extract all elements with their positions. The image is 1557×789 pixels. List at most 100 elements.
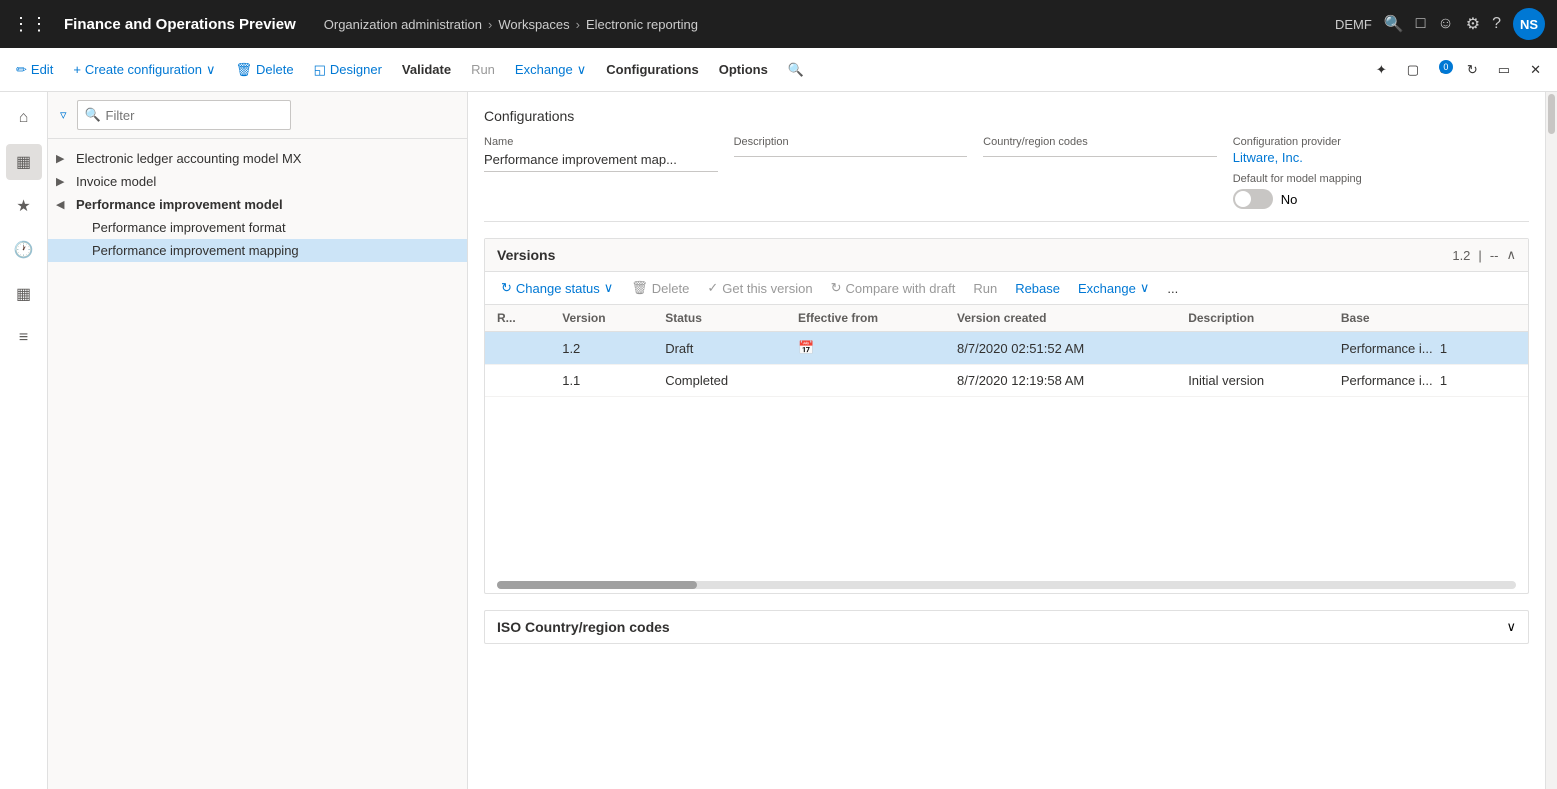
default-toggle[interactable] (1233, 189, 1273, 209)
calendar-icon: 📅 (798, 340, 814, 355)
row2-base-link: Performance i... (1341, 373, 1433, 388)
row1-r (485, 332, 550, 365)
delete-icon: 🗑 (236, 62, 253, 78)
config-section-title: Configurations (484, 108, 1529, 124)
exchange-chevron: ∨ (577, 62, 587, 78)
search-action-button[interactable]: 🔍 (780, 58, 812, 82)
list-icon-btn[interactable]: ≡ (6, 320, 42, 356)
versions-meta: 1.2 | -- ∧ (1452, 247, 1516, 263)
tree-content: ▶ Electronic ledger accounting model MX … (48, 139, 467, 789)
row2-status: Completed (653, 365, 786, 397)
horizontal-scrollbar[interactable] (497, 581, 1516, 589)
view-button[interactable]: ▢ (1399, 58, 1427, 82)
vertical-scrollbar-track[interactable] (1545, 92, 1557, 789)
versions-delete-button[interactable]: 🗑 Delete (623, 276, 697, 300)
app-title: Finance and Operations Preview (64, 16, 296, 33)
filter-icon-btn[interactable]: ▦ (6, 144, 42, 180)
collapse-icon[interactable]: ∧ (1506, 247, 1516, 263)
provider-value[interactable]: Litware, Inc. (1233, 150, 1513, 165)
change-status-button[interactable]: ↻ Change status ∨ (493, 276, 621, 300)
provider-label: Configuration provider (1233, 136, 1513, 148)
filter-input[interactable] (77, 100, 291, 130)
action-bar-right: ✦ ▢ ● 0 ↻ ▭ ✕ (1368, 58, 1549, 82)
home-icon-btn[interactable]: ⌂ (6, 100, 42, 136)
versions-table: R... Version Status Effective from Versi… (485, 305, 1528, 397)
config-country-field: Country/region codes (983, 136, 1233, 209)
iso-header[interactable]: ISO Country/region codes ∨ (485, 611, 1528, 643)
col-status: Status (653, 305, 786, 332)
delete-button[interactable]: 🗑 Delete (228, 58, 302, 82)
name-value: Performance improvement map... (484, 152, 718, 172)
comment-icon[interactable]: □ (1416, 15, 1426, 33)
waffle-icon[interactable]: ⋮⋮ (12, 14, 48, 35)
tree-item-invoice-model[interactable]: ▶ Invoice model (48, 170, 467, 193)
run-button[interactable]: Run (463, 58, 503, 81)
notification-button[interactable]: ● 0 (1431, 58, 1455, 81)
exchange-button[interactable]: Exchange ∨ (507, 58, 594, 82)
avatar[interactable]: NS (1513, 8, 1545, 40)
tree-panel-top: ▿ 🔍 (48, 92, 467, 139)
table-row[interactable]: 1.1 Completed 8/7/2020 12:19:58 AM Initi… (485, 365, 1528, 397)
compare-icon: ↻ (831, 280, 842, 296)
options-button[interactable]: Options (711, 58, 776, 81)
breadcrumb-workspaces[interactable]: Workspaces (498, 17, 569, 32)
validate-button[interactable]: Validate (394, 58, 459, 81)
settings-icon[interactable]: ⚙ (1466, 14, 1480, 34)
tree-item-electronic-ledger[interactable]: ▶ Electronic ledger accounting model MX (48, 147, 467, 170)
favorites-icon-btn[interactable]: ★ (6, 188, 42, 224)
search-icon[interactable]: 🔍 (1384, 14, 1404, 34)
create-config-button[interactable]: + Create configuration ∨ (65, 58, 223, 82)
versions-empty-space (485, 397, 1528, 577)
default-value: No (1281, 192, 1298, 207)
tree-item-perf-mapping[interactable]: Performance improvement mapping (48, 239, 467, 262)
top-bar-right: DEMF 🔍 □ ☺ ⚙ ? NS (1335, 8, 1545, 40)
refresh-button[interactable]: ↻ (1459, 58, 1486, 82)
help-icon[interactable]: ? (1492, 15, 1501, 33)
tree-item-perf-model[interactable]: ◀ Performance improvement model (48, 193, 467, 216)
change-status-icon: ↻ (501, 280, 512, 296)
create-config-chevron: ∨ (206, 62, 216, 78)
designer-button[interactable]: ◱ Designer (306, 58, 390, 82)
row1-base-link[interactable]: Performance i... (1341, 341, 1433, 356)
vertical-scrollbar-thumb (1548, 94, 1555, 134)
row1-status: Draft (653, 332, 786, 365)
row2-r (485, 365, 550, 397)
dashboard-icon-btn[interactable]: ▦ (6, 276, 42, 312)
personalize-button[interactable]: ✦ (1368, 58, 1395, 82)
tree-label-3: Performance improvement model (76, 197, 283, 212)
versions-exchange-button[interactable]: Exchange ∨ (1070, 276, 1157, 300)
col-description: Description (1176, 305, 1329, 332)
versions-run-button[interactable]: Run (965, 277, 1005, 300)
compare-with-draft-button[interactable]: ↻ Compare with draft (823, 276, 964, 300)
breadcrumb-chevron1: › (488, 17, 492, 32)
tree-item-perf-format[interactable]: Performance improvement format (48, 216, 467, 239)
tree-panel: ▿ 🔍 ▶ Electronic ledger accounting model… (48, 92, 468, 789)
recent-icon-btn[interactable]: 🕐 (6, 232, 42, 268)
designer-icon: ◱ (314, 62, 326, 78)
content-area: Configurations Name Performance improvem… (468, 92, 1545, 789)
more-button[interactable]: ... (1159, 277, 1186, 300)
breadcrumb-org[interactable]: Organization administration (324, 17, 482, 32)
expand-icon-2: ▶ (56, 175, 72, 188)
country-label: Country/region codes (983, 136, 1217, 148)
fullscreen-button[interactable]: ▭ (1490, 58, 1518, 82)
table-row[interactable]: 1.2 Draft 📅 8/7/2020 02:51:52 AM Perform… (485, 332, 1528, 365)
versions-table-scroll: R... Version Status Effective from Versi… (485, 305, 1528, 593)
main-layout: ⌂ ▦ ★ 🕐 ▦ ≡ ▿ 🔍 ▶ Electronic ledger acco… (0, 92, 1557, 789)
sidebar-icons: ⌂ ▦ ★ 🕐 ▦ ≡ (0, 92, 48, 789)
get-this-version-button[interactable]: ✓ Get this version (699, 276, 820, 300)
config-header: Configurations Name Performance improvem… (484, 108, 1529, 222)
versions-title: Versions (497, 247, 1452, 263)
scrollbar-thumb (497, 581, 697, 589)
country-value (983, 152, 1217, 157)
edit-button[interactable]: ✏ Edit (8, 58, 61, 82)
emoji-icon[interactable]: ☺ (1437, 15, 1453, 33)
row1-version: 1.2 (550, 332, 653, 365)
breadcrumb-electronic[interactable]: Electronic reporting (586, 17, 698, 32)
tree-filter-button[interactable]: ▿ (56, 103, 71, 127)
close-button[interactable]: ✕ (1522, 58, 1549, 82)
rebase-button[interactable]: Rebase (1007, 277, 1068, 300)
top-bar: ⋮⋮ Finance and Operations Preview Organi… (0, 0, 1557, 48)
configurations-button[interactable]: Configurations (598, 58, 706, 81)
iso-title: ISO Country/region codes (497, 619, 1506, 635)
